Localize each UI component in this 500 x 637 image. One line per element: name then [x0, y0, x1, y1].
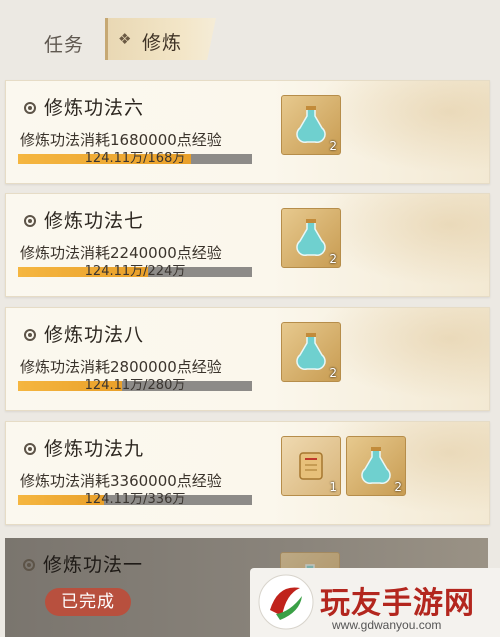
quest-title: 修炼功法六 [24, 93, 144, 120]
tab-cultivation-label: 修炼 [142, 32, 183, 54]
potion-icon [296, 219, 326, 257]
quest-description: 修炼功法消耗2800000点经验 [20, 358, 222, 376]
quest-card[interactable]: 修炼功法七 修炼功法消耗2240000点经验 124.11万/224万 2 [5, 193, 490, 297]
diamond-icon: ❖ [118, 30, 132, 48]
potion-icon [296, 333, 326, 371]
progress-text: 124.11万/168万 [84, 151, 186, 166]
quest-card[interactable]: 修炼功法八 修炼功法消耗2800000点经验 124.11万/280万 2 [5, 307, 490, 411]
bullet-icon [24, 329, 36, 341]
scroll-icon [299, 452, 323, 480]
bullet-icon [24, 443, 36, 455]
quest-title: 修炼功法九 [24, 434, 144, 461]
reward-slot[interactable]: 2 [281, 208, 341, 268]
tab-bar: 任务 ❖ 修炼 [0, 0, 500, 62]
quest-description: 修炼功法消耗2240000点经验 [20, 244, 222, 262]
site-logo-icon [258, 574, 314, 630]
reward-slot[interactable]: 2 [346, 436, 406, 496]
quest-title: 修炼功法一 [23, 550, 143, 577]
reward-slot[interactable]: 2 [281, 322, 341, 382]
quest-title: 修炼功法七 [24, 206, 144, 233]
watermark-url: www.gdwanyou.com [332, 618, 442, 632]
tab-cultivation[interactable]: ❖ 修炼 [105, 18, 216, 60]
watermark: 玩友手游网 www.gdwanyou.com [250, 568, 500, 637]
reward-slot[interactable]: 1 [281, 436, 341, 496]
quest-card[interactable]: 修炼功法九 修炼功法消耗3360000点经验 124.11万/336万 1 2 [5, 421, 490, 525]
progress-text: 124.11万/280万 [84, 378, 186, 393]
completed-badge: 已完成 [45, 588, 131, 616]
quest-card[interactable]: 修炼功法六 修炼功法消耗1680000点经验 124.11万/168万 2 [5, 80, 490, 184]
quest-description: 修炼功法消耗1680000点经验 [20, 131, 222, 149]
bullet-icon [23, 559, 35, 571]
bullet-icon [24, 215, 36, 227]
reward-count: 2 [329, 139, 337, 153]
tab-task[interactable]: 任务 [44, 30, 84, 57]
quest-title: 修炼功法八 [24, 320, 144, 347]
progress-text: 124.11万/224万 [84, 264, 186, 279]
bullet-icon [24, 102, 36, 114]
reward-slot[interactable]: 2 [281, 95, 341, 155]
potion-icon [296, 106, 326, 144]
reward-count: 2 [329, 366, 337, 380]
quest-description: 修炼功法消耗3360000点经验 [20, 472, 222, 490]
reward-count: 1 [329, 480, 337, 494]
reward-count: 2 [394, 480, 402, 494]
potion-icon [361, 447, 391, 485]
watermark-text: 玩友手游网 [320, 586, 475, 621]
reward-count: 2 [329, 252, 337, 266]
progress-text: 124.11万/336万 [84, 492, 186, 507]
